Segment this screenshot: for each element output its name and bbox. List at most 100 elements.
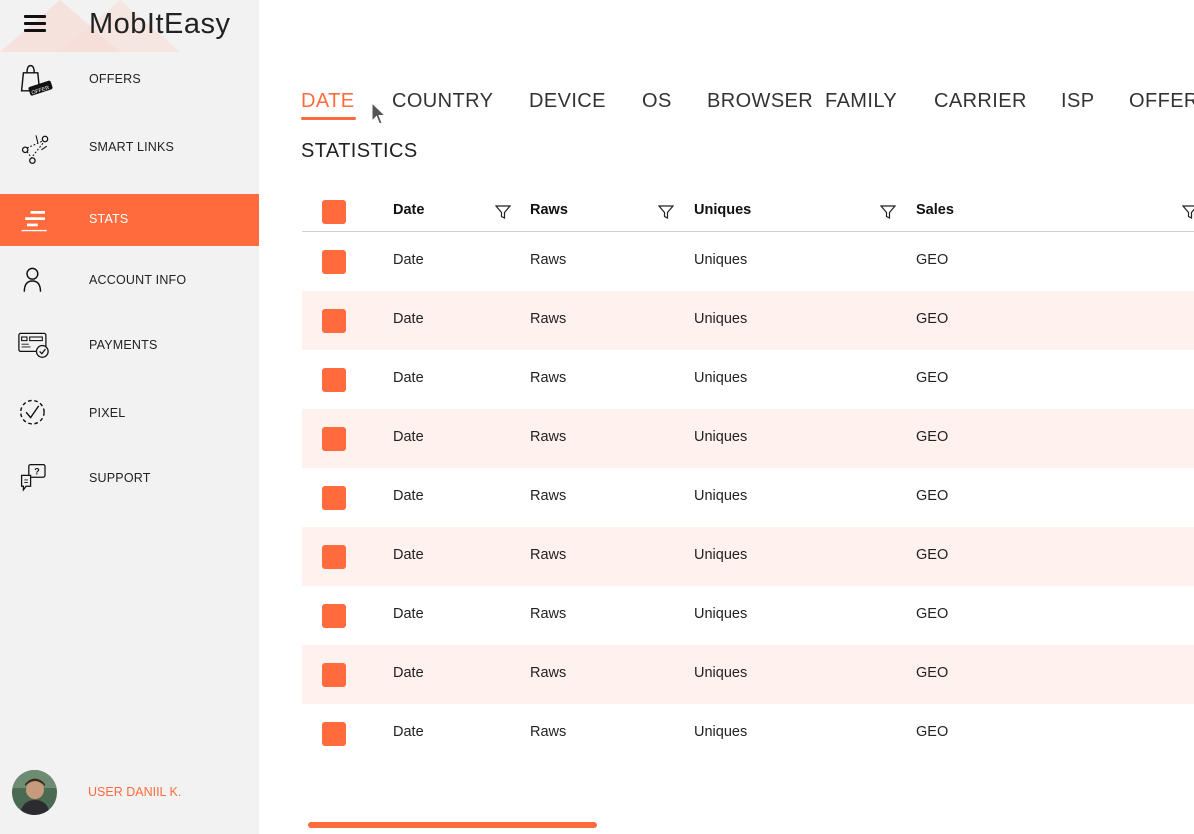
tab-browser-family[interactable]: BROWSER FAMILY (707, 90, 897, 113)
cell-raws: Raws (530, 665, 567, 681)
cell-date: Date (393, 252, 424, 268)
column-header-sales[interactable]: Sales (916, 202, 954, 218)
cell-sales: GEO (916, 547, 949, 563)
cell-uniques: Uniques (694, 724, 748, 740)
sidebar-item-support[interactable]: ? SUPPORT (0, 453, 259, 505)
sidebar-item-smart-links[interactable]: SMART LINKS (0, 122, 259, 174)
sidebar-item-pixel[interactable]: PIXEL (0, 388, 259, 440)
cell-date: Date (393, 370, 424, 386)
filter-icon[interactable] (495, 204, 511, 220)
row-checkbox[interactable] (322, 309, 346, 333)
table-row[interactable]: Date Raws Uniques GEO (302, 527, 1194, 586)
cell-raws: Raws (530, 370, 567, 386)
select-all-checkbox[interactable] (322, 200, 346, 224)
table-row[interactable]: Date Raws Uniques GEO (302, 704, 1194, 763)
cell-date: Date (393, 311, 424, 327)
cell-raws: Raws (530, 724, 567, 740)
table-row[interactable]: Date Raws Uniques GEO (302, 586, 1194, 645)
smart-links-icon (21, 135, 49, 164)
row-checkbox[interactable] (322, 663, 346, 687)
tab-offer[interactable]: OFFER (1129, 90, 1194, 113)
sidebar-item-label: PAYMENTS (89, 338, 158, 352)
table-row[interactable]: Date Raws Uniques GEO (302, 409, 1194, 468)
table-row[interactable]: Date Raws Uniques GEO (302, 468, 1194, 527)
svg-text:?: ? (34, 467, 39, 477)
sidebar-item-stats[interactable]: STATS (0, 194, 259, 246)
row-checkbox[interactable] (322, 427, 346, 451)
cell-sales: GEO (916, 488, 949, 504)
table-row[interactable]: Date Raws Uniques GEO (302, 232, 1194, 291)
row-checkbox[interactable] (322, 545, 346, 569)
cell-sales: GEO (916, 370, 949, 386)
table-row[interactable]: Date Raws Uniques GEO (302, 291, 1194, 350)
cell-date: Date (393, 488, 424, 504)
cell-date: Date (393, 724, 424, 740)
cell-uniques: Uniques (694, 547, 748, 563)
sidebar-item-label: SUPPORT (89, 471, 151, 485)
cell-uniques: Uniques (694, 370, 748, 386)
user-icon (23, 267, 42, 292)
tab-country[interactable]: COUNTRY (392, 90, 493, 113)
table-header: Date Raws Uniques Sales (302, 190, 1194, 232)
section-title: STATISTICS (301, 140, 418, 162)
user-profile[interactable]: USER DANIIL K. (12, 770, 252, 816)
horizontal-scrollbar[interactable] (308, 822, 597, 828)
sidebar-item-label: OFFERS (89, 72, 141, 86)
cell-raws: Raws (530, 252, 567, 268)
column-header-date[interactable]: Date (393, 202, 424, 218)
cell-raws: Raws (530, 311, 567, 327)
sidebar: MobItEasy OFFER OFFERS SMART LINKS STATS (0, 0, 259, 834)
offer-bag-icon: OFFER (20, 64, 53, 96)
cell-raws: Raws (530, 488, 567, 504)
cell-date: Date (393, 665, 424, 681)
tab-device[interactable]: DEVICE (529, 90, 606, 113)
cell-sales: GEO (916, 724, 949, 740)
sidebar-item-label: ACCOUNT INFO (89, 273, 187, 287)
support-chat-icon: ? (20, 463, 46, 492)
filter-icon[interactable] (1182, 204, 1194, 220)
cell-sales: GEO (916, 252, 949, 268)
row-checkbox[interactable] (322, 722, 346, 746)
filter-icon[interactable] (880, 204, 896, 220)
cell-date: Date (393, 547, 424, 563)
tab-date[interactable]: DATE (301, 90, 354, 113)
sidebar-item-label: SMART LINKS (89, 140, 175, 154)
cell-raws: Raws (530, 547, 567, 563)
sidebar-item-label: PIXEL (89, 406, 126, 420)
column-header-uniques[interactable]: Uniques (694, 202, 751, 218)
tab-carrier[interactable]: CARRIER (934, 90, 1027, 113)
stats-table: Date Raws Uniques Sales Date Raws Unique… (302, 190, 1194, 763)
sidebar-item-account-info[interactable]: ACCOUNT INFO (0, 255, 259, 307)
cell-uniques: Uniques (694, 429, 748, 445)
app-logo-title: MobItEasy (89, 8, 231, 40)
cell-sales: GEO (916, 606, 949, 622)
payment-card-icon (18, 332, 49, 358)
sidebar-item-payments[interactable]: PAYMENTS (0, 320, 259, 372)
active-tab-indicator (301, 117, 356, 120)
sidebar-item-offers[interactable]: OFFER OFFERS (0, 54, 259, 106)
cell-uniques: Uniques (694, 252, 748, 268)
row-checkbox[interactable] (322, 604, 346, 628)
cell-date: Date (393, 606, 424, 622)
filter-icon[interactable] (658, 204, 674, 220)
row-checkbox[interactable] (322, 368, 346, 392)
stats-icon (21, 211, 47, 232)
cell-uniques: Uniques (694, 665, 748, 681)
column-header-raws[interactable]: Raws (530, 202, 568, 218)
avatar (12, 770, 57, 815)
user-name: USER DANIIL K. (88, 785, 182, 799)
row-checkbox[interactable] (322, 486, 346, 510)
cell-uniques: Uniques (694, 606, 748, 622)
tab-isp[interactable]: ISP (1061, 90, 1094, 113)
cell-sales: GEO (916, 665, 949, 681)
cell-sales: GEO (916, 311, 949, 327)
table-row[interactable]: Date Raws Uniques GEO (302, 350, 1194, 409)
hamburger-menu-icon[interactable] (24, 15, 46, 35)
sidebar-item-label: STATS (89, 212, 129, 226)
tab-os[interactable]: OS (642, 90, 672, 113)
table-row[interactable]: Date Raws Uniques GEO (302, 645, 1194, 704)
cell-raws: Raws (530, 606, 567, 622)
cell-sales: GEO (916, 429, 949, 445)
mouse-cursor-icon (371, 101, 387, 125)
row-checkbox[interactable] (322, 250, 346, 274)
